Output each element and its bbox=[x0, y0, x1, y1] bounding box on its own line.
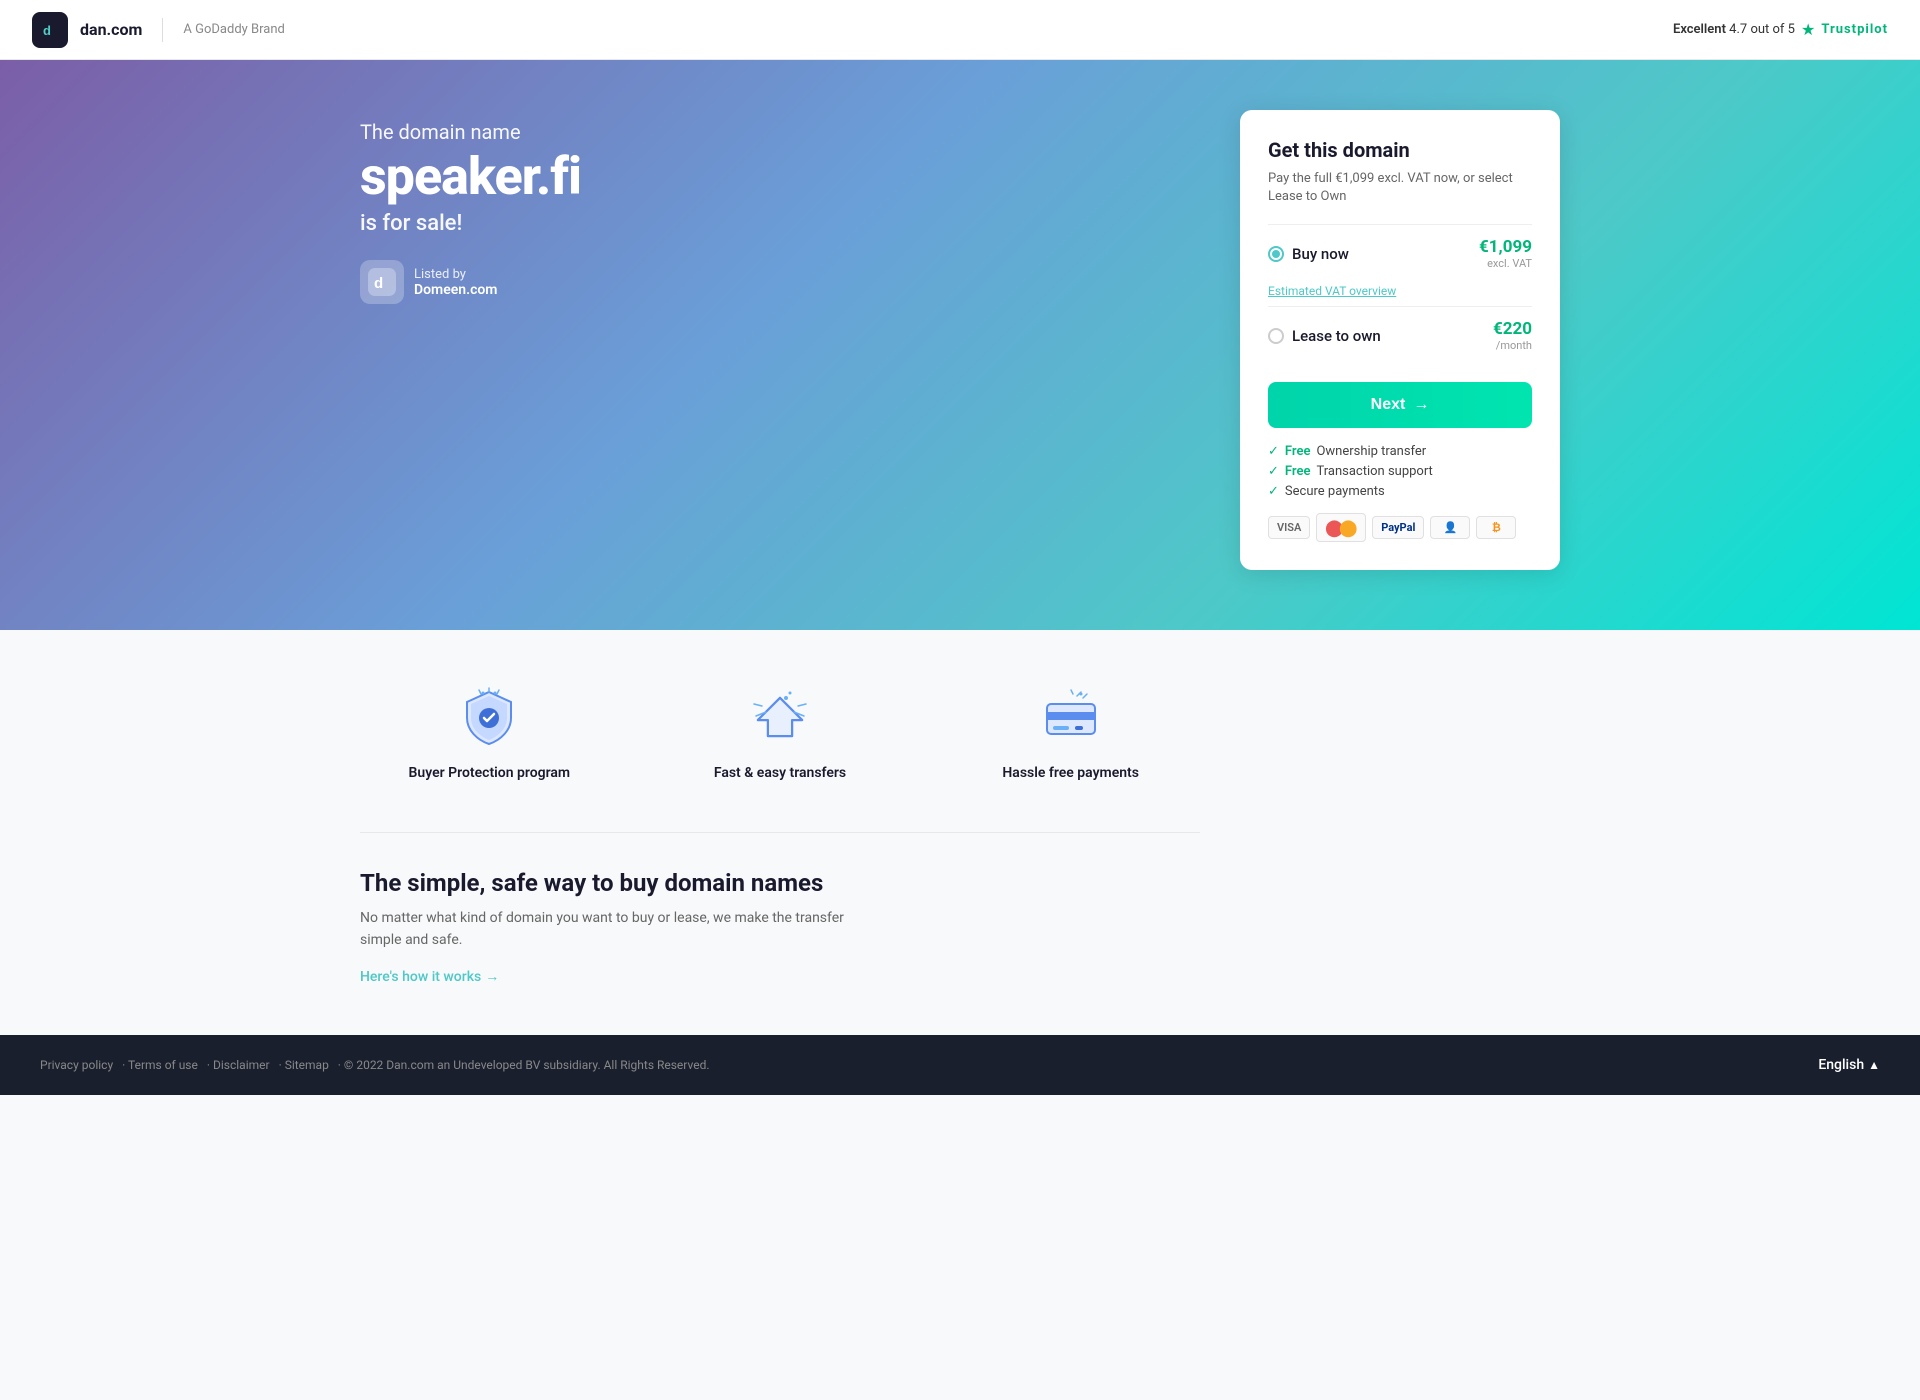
chevron-down-icon: ▲ bbox=[1868, 1058, 1880, 1072]
main-content: Buyer Protection program Fast & easy tra… bbox=[320, 630, 1600, 1035]
language-selector[interactable]: English ▲ bbox=[1818, 1057, 1880, 1073]
hero-subtitle: The domain name bbox=[360, 120, 1200, 144]
feature-buyer-protection-label: Buyer Protection program bbox=[360, 764, 619, 784]
card-subtitle: Pay the full €1,099 excl. VAT now, or se… bbox=[1268, 170, 1532, 206]
payment-card-icon bbox=[1035, 680, 1107, 752]
feature-payments-label: Hassle free payments bbox=[941, 764, 1200, 784]
lease-price-area: €220 /month bbox=[1493, 319, 1532, 352]
benefit-item-1: ✓ Free Ownership transfer bbox=[1268, 444, 1532, 459]
svg-text:d: d bbox=[374, 275, 383, 292]
hero-forsale: is for sale! bbox=[360, 211, 1200, 236]
benefit-free-2: Free bbox=[1285, 464, 1311, 479]
check-icon-1: ✓ bbox=[1268, 444, 1279, 459]
buy-now-option[interactable]: Buy now €1,099 excl. VAT bbox=[1268, 224, 1532, 282]
vat-overview-link[interactable]: Estimated VAT overview bbox=[1268, 284, 1532, 298]
check-icon-2: ✓ bbox=[1268, 464, 1279, 479]
footer-copyright: © 2022 Dan.com an Undeveloped BV subsidi… bbox=[344, 1058, 710, 1072]
radio-selected-dot bbox=[1272, 250, 1280, 258]
next-button[interactable]: Next → bbox=[1268, 382, 1532, 428]
shield-icon bbox=[453, 680, 525, 752]
bitcoin-icon: ₿ bbox=[1476, 516, 1516, 539]
header: d dan.com A GoDaddy Brand Excellent 4.7 … bbox=[0, 0, 1920, 60]
buy-now-left: Buy now bbox=[1268, 245, 1349, 263]
lease-option[interactable]: Lease to own €220 /month bbox=[1268, 306, 1532, 364]
hero-text-area: The domain name speaker.fi is for sale! … bbox=[360, 120, 1200, 304]
next-button-label: Next bbox=[1371, 396, 1406, 414]
purchase-card: Get this domain Pay the full €1,099 excl… bbox=[1240, 110, 1560, 570]
listed-icon: d bbox=[360, 260, 404, 304]
trustpilot-label: Trustpilot bbox=[1821, 22, 1888, 37]
how-it-works-link[interactable]: Here's how it works → bbox=[360, 968, 499, 985]
paypal-icon: PayPal bbox=[1372, 516, 1424, 539]
arrow-right-icon: → bbox=[485, 968, 499, 985]
feature-buyer-protection: Buyer Protection program bbox=[360, 680, 619, 784]
benefit-free-1: Free bbox=[1285, 444, 1311, 459]
footer: Privacy policy · Terms of use · Disclaim… bbox=[0, 1035, 1920, 1095]
hero-listed-by: d Listed by Domeen.com bbox=[360, 260, 1200, 304]
buy-now-price-area: €1,099 excl. VAT bbox=[1479, 237, 1532, 270]
features-row: Buyer Protection program Fast & easy tra… bbox=[360, 680, 1200, 784]
header-logo-area: d dan.com A GoDaddy Brand bbox=[32, 12, 285, 48]
listed-by-name: Domeen.com bbox=[414, 282, 497, 298]
how-link-label: Here's how it works bbox=[360, 969, 481, 985]
site-name-text: dan.com bbox=[80, 20, 142, 39]
info-title: The simple, safe way to buy domain names bbox=[360, 869, 1200, 897]
mastercard-icon: ⬤⬤ bbox=[1316, 513, 1366, 542]
brand-suffix: A GoDaddy Brand bbox=[183, 22, 284, 37]
benefit-text-3: Secure payments bbox=[1285, 484, 1385, 499]
visa-icon: VISA bbox=[1268, 516, 1310, 539]
info-section: The simple, safe way to buy domain names… bbox=[360, 869, 1200, 985]
info-text: No matter what kind of domain you want t… bbox=[360, 907, 880, 952]
benefit-item-2: ✓ Free Transaction support bbox=[1268, 464, 1532, 479]
card-title: Get this domain bbox=[1268, 138, 1532, 162]
hero-domain: speaker.fi bbox=[360, 148, 1200, 205]
feature-transfers: Fast & easy transfers bbox=[651, 680, 910, 784]
header-divider bbox=[162, 18, 163, 42]
benefits-list: ✓ Free Ownership transfer ✓ Free Transac… bbox=[1268, 444, 1532, 499]
benefit-text-2: Transaction support bbox=[1316, 464, 1432, 479]
check-icon-3: ✓ bbox=[1268, 484, 1279, 499]
lease-radio[interactable] bbox=[1268, 328, 1284, 344]
language-label: English bbox=[1818, 1057, 1864, 1073]
content-right-spacer bbox=[1240, 680, 1560, 985]
buy-now-label: Buy now bbox=[1292, 245, 1349, 263]
footer-links: Privacy policy · Terms of use · Disclaim… bbox=[40, 1058, 710, 1072]
privacy-policy-link[interactable]: Privacy policy bbox=[40, 1058, 113, 1072]
lease-suffix: /month bbox=[1493, 339, 1532, 352]
trustpilot-area: Excellent 4.7 out of 5 ★ Trustpilot bbox=[1673, 20, 1888, 39]
arrow-icon: → bbox=[1413, 396, 1429, 414]
benefit-text-1: Ownership transfer bbox=[1316, 444, 1426, 459]
feature-payments: Hassle free payments bbox=[941, 680, 1200, 784]
lease-price: €220 bbox=[1493, 319, 1532, 339]
svg-text:d: d bbox=[43, 23, 51, 38]
feature-transfers-label: Fast & easy transfers bbox=[651, 764, 910, 784]
terms-of-use-link[interactable]: Terms of use bbox=[128, 1058, 198, 1072]
transfer-icon bbox=[744, 680, 816, 752]
disclaimer-link[interactable]: Disclaimer bbox=[213, 1058, 270, 1072]
buy-now-price-suffix: excl. VAT bbox=[1479, 257, 1532, 270]
trustpilot-star-icon: ★ bbox=[1801, 20, 1815, 39]
profile-icon: 👤 bbox=[1430, 516, 1470, 539]
buy-now-radio[interactable] bbox=[1268, 246, 1284, 262]
lease-left: Lease to own bbox=[1268, 327, 1381, 345]
footer-separator-3: · bbox=[279, 1058, 285, 1072]
dan-logo[interactable]: d bbox=[32, 12, 68, 48]
rating-text: Excellent 4.7 out of 5 bbox=[1673, 22, 1795, 37]
listed-by-label: Listed by bbox=[414, 267, 497, 282]
payment-icons-row: VISA ⬤⬤ PayPal 👤 ₿ bbox=[1268, 513, 1532, 542]
content-left: Buyer Protection program Fast & easy tra… bbox=[360, 680, 1200, 985]
hero-section: The domain name speaker.fi is for sale! … bbox=[0, 60, 1920, 630]
section-divider bbox=[360, 832, 1200, 833]
benefit-item-3: ✓ Secure payments bbox=[1268, 484, 1532, 499]
sitemap-link[interactable]: Sitemap bbox=[285, 1058, 329, 1072]
lease-label: Lease to own bbox=[1292, 327, 1381, 345]
buy-now-price: €1,099 bbox=[1479, 237, 1532, 257]
listed-by-info: Listed by Domeen.com bbox=[414, 267, 497, 298]
